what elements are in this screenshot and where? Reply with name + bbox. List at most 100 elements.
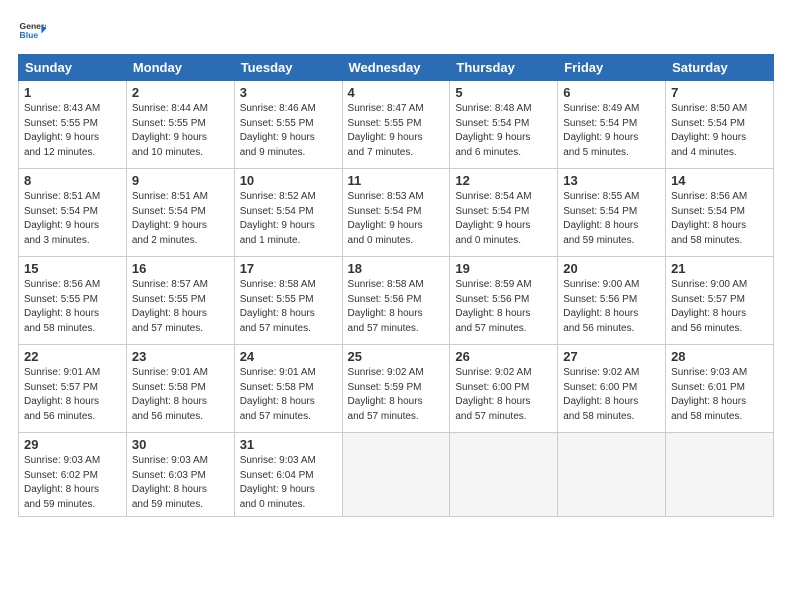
day-info: Sunrise: 8:51 AM Sunset: 5:54 PM Dayligh… (24, 190, 121, 248)
calendar-day-cell: 11 Sunrise: 8:53 AM Sunset: 5:54 PM Dayli… (342, 169, 450, 257)
day-number: 10 (240, 173, 337, 188)
calendar-day-cell: 21 Sunrise: 9:00 AM Sunset: 5:57 PM Dayli… (666, 257, 774, 345)
calendar-day-cell: 6 Sunrise: 8:49 AM Sunset: 5:54 PM Daylig… (558, 81, 666, 169)
day-info: Sunrise: 8:52 AM Sunset: 5:54 PM Dayligh… (240, 190, 337, 248)
logo-icon: General Blue (18, 18, 46, 46)
calendar-day-cell: 8 Sunrise: 8:51 AM Sunset: 5:54 PM Daylig… (19, 169, 127, 257)
calendar-day-cell: 29 Sunrise: 9:03 AM Sunset: 6:02 PM Dayli… (19, 433, 127, 517)
day-number: 24 (240, 349, 337, 364)
day-info: Sunrise: 8:47 AM Sunset: 5:55 PM Dayligh… (348, 102, 445, 160)
day-number: 23 (132, 349, 229, 364)
day-info: Sunrise: 9:03 AM Sunset: 6:01 PM Dayligh… (671, 366, 768, 424)
weekday-header-row: SundayMondayTuesdayWednesdayThursdayFrid… (19, 55, 774, 81)
weekday-header: Wednesday (342, 55, 450, 81)
calendar-day-cell: 24 Sunrise: 9:01 AM Sunset: 5:58 PM Dayli… (234, 345, 342, 433)
calendar-day-cell: 1Sunrise: 8:43 AM Sunset: 5:55 PM Daylig… (19, 81, 127, 169)
weekday-header: Thursday (450, 55, 558, 81)
day-info: Sunrise: 8:56 AM Sunset: 5:54 PM Dayligh… (671, 190, 768, 248)
day-number: 17 (240, 261, 337, 276)
weekday-header: Tuesday (234, 55, 342, 81)
day-info: Sunrise: 9:03 AM Sunset: 6:03 PM Dayligh… (132, 454, 229, 512)
day-number: 27 (563, 349, 660, 364)
calendar-table: SundayMondayTuesdayWednesdayThursdayFrid… (18, 54, 774, 517)
calendar-day-cell: 18 Sunrise: 8:58 AM Sunset: 5:56 PM Dayli… (342, 257, 450, 345)
calendar-day-cell: 9Sunrise: 8:51 AM Sunset: 5:54 PM Daylig… (126, 169, 234, 257)
calendar-day-cell: 2 Sunrise: 8:44 AM Sunset: 5:55 PM Daylig… (126, 81, 234, 169)
day-info: Sunrise: 8:58 AM Sunset: 5:55 PM Dayligh… (240, 278, 337, 336)
weekday-header: Sunday (19, 55, 127, 81)
day-number: 14 (671, 173, 768, 188)
day-info: Sunrise: 8:58 AM Sunset: 5:56 PM Dayligh… (348, 278, 445, 336)
day-number: 31 (240, 437, 337, 452)
day-number: 21 (671, 261, 768, 276)
day-number: 16 (132, 261, 229, 276)
day-number: 26 (455, 349, 552, 364)
calendar-day-cell: 14 Sunrise: 8:56 AM Sunset: 5:54 PM Dayli… (666, 169, 774, 257)
calendar-day-cell: 4 Sunrise: 8:47 AM Sunset: 5:55 PM Daylig… (342, 81, 450, 169)
day-info: Sunrise: 9:03 AM Sunset: 6:02 PM Dayligh… (24, 454, 121, 512)
day-number: 5 (455, 85, 552, 100)
day-number: 7 (671, 85, 768, 100)
calendar-week-row: 15Sunrise: 8:56 AM Sunset: 5:55 PM Dayli… (19, 257, 774, 345)
day-info: Sunrise: 9:00 AM Sunset: 5:56 PM Dayligh… (563, 278, 660, 336)
calendar-day-cell (558, 433, 666, 517)
day-number: 1 (24, 85, 121, 100)
day-info: Sunrise: 8:46 AM Sunset: 5:55 PM Dayligh… (240, 102, 337, 160)
calendar-day-cell: 22 Sunrise: 9:01 AM Sunset: 5:57 PM Dayli… (19, 345, 127, 433)
day-number: 22 (24, 349, 121, 364)
calendar-day-cell: 23Sunrise: 9:01 AM Sunset: 5:58 PM Dayli… (126, 345, 234, 433)
day-number: 3 (240, 85, 337, 100)
day-info: Sunrise: 9:02 AM Sunset: 5:59 PM Dayligh… (348, 366, 445, 424)
calendar-day-cell: 5 Sunrise: 8:48 AM Sunset: 5:54 PM Daylig… (450, 81, 558, 169)
calendar-day-cell: 3 Sunrise: 8:46 AM Sunset: 5:55 PM Daylig… (234, 81, 342, 169)
day-number: 12 (455, 173, 552, 188)
day-info: Sunrise: 8:59 AM Sunset: 5:56 PM Dayligh… (455, 278, 552, 336)
calendar-day-cell: 30 Sunrise: 9:03 AM Sunset: 6:03 PM Dayli… (126, 433, 234, 517)
day-info: Sunrise: 8:49 AM Sunset: 5:54 PM Dayligh… (563, 102, 660, 160)
day-info: Sunrise: 9:03 AM Sunset: 6:04 PM Dayligh… (240, 454, 337, 512)
calendar-day-cell (450, 433, 558, 517)
day-info: Sunrise: 8:55 AM Sunset: 5:54 PM Dayligh… (563, 190, 660, 248)
day-number: 19 (455, 261, 552, 276)
svg-text:Blue: Blue (20, 30, 39, 40)
day-number: 13 (563, 173, 660, 188)
calendar-day-cell: 20 Sunrise: 9:00 AM Sunset: 5:56 PM Dayli… (558, 257, 666, 345)
calendar-day-cell: 25Sunrise: 9:02 AM Sunset: 5:59 PM Dayli… (342, 345, 450, 433)
day-info: Sunrise: 9:02 AM Sunset: 6:00 PM Dayligh… (563, 366, 660, 424)
logo: General Blue (18, 18, 46, 46)
day-number: 20 (563, 261, 660, 276)
day-info: Sunrise: 9:01 AM Sunset: 5:58 PM Dayligh… (240, 366, 337, 424)
day-info: Sunrise: 9:02 AM Sunset: 6:00 PM Dayligh… (455, 366, 552, 424)
day-number: 29 (24, 437, 121, 452)
day-info: Sunrise: 8:54 AM Sunset: 5:54 PM Dayligh… (455, 190, 552, 248)
calendar-week-row: 22 Sunrise: 9:01 AM Sunset: 5:57 PM Dayli… (19, 345, 774, 433)
day-number: 8 (24, 173, 121, 188)
calendar-day-cell (666, 433, 774, 517)
day-info: Sunrise: 8:48 AM Sunset: 5:54 PM Dayligh… (455, 102, 552, 160)
day-number: 9 (132, 173, 229, 188)
day-number: 11 (348, 173, 445, 188)
calendar-day-cell: 28Sunrise: 9:03 AM Sunset: 6:01 PM Dayli… (666, 345, 774, 433)
calendar-day-cell: 19 Sunrise: 8:59 AM Sunset: 5:56 PM Dayli… (450, 257, 558, 345)
calendar-day-cell: 17 Sunrise: 8:58 AM Sunset: 5:55 PM Dayli… (234, 257, 342, 345)
day-number: 4 (348, 85, 445, 100)
day-info: Sunrise: 8:53 AM Sunset: 5:54 PM Dayligh… (348, 190, 445, 248)
day-number: 30 (132, 437, 229, 452)
calendar-day-cell: 10 Sunrise: 8:52 AM Sunset: 5:54 PM Dayli… (234, 169, 342, 257)
day-number: 6 (563, 85, 660, 100)
calendar-day-cell: 16 Sunrise: 8:57 AM Sunset: 5:55 PM Dayli… (126, 257, 234, 345)
day-info: Sunrise: 9:01 AM Sunset: 5:57 PM Dayligh… (24, 366, 121, 424)
calendar-day-cell: 31 Sunrise: 9:03 AM Sunset: 6:04 PM Dayli… (234, 433, 342, 517)
day-number: 2 (132, 85, 229, 100)
calendar-week-row: 1Sunrise: 8:43 AM Sunset: 5:55 PM Daylig… (19, 81, 774, 169)
calendar-day-cell: 12 Sunrise: 8:54 AM Sunset: 5:54 PM Dayli… (450, 169, 558, 257)
weekday-header: Saturday (666, 55, 774, 81)
day-info: Sunrise: 8:50 AM Sunset: 5:54 PM Dayligh… (671, 102, 768, 160)
day-info: Sunrise: 8:44 AM Sunset: 5:55 PM Dayligh… (132, 102, 229, 160)
calendar-week-row: 8 Sunrise: 8:51 AM Sunset: 5:54 PM Daylig… (19, 169, 774, 257)
day-number: 18 (348, 261, 445, 276)
calendar-container: General Blue SundayMondayTuesdayWednesda… (0, 0, 792, 527)
day-info: Sunrise: 9:00 AM Sunset: 5:57 PM Dayligh… (671, 278, 768, 336)
day-number: 15 (24, 261, 121, 276)
day-info: Sunrise: 8:57 AM Sunset: 5:55 PM Dayligh… (132, 278, 229, 336)
